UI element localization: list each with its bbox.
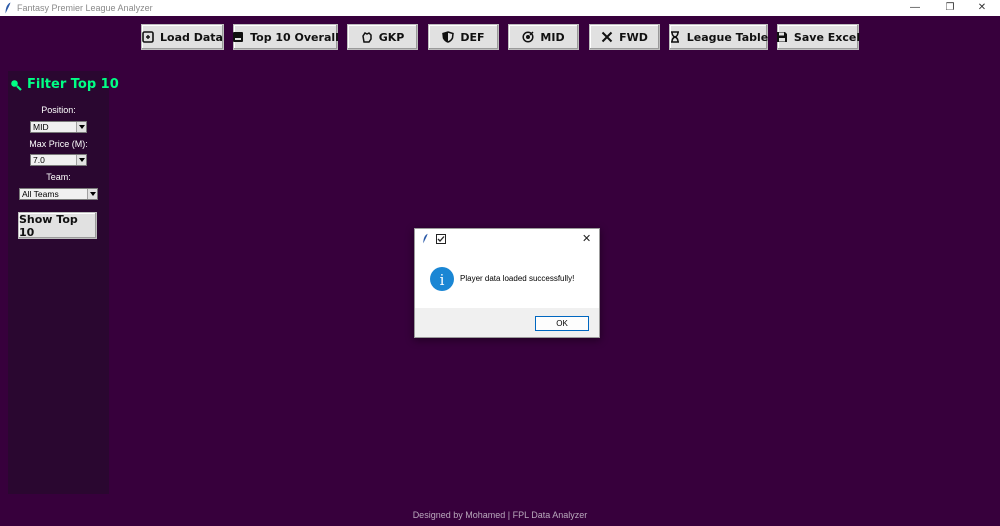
chevron-down-icon[interactable] <box>76 155 86 165</box>
dialog-footer: OK <box>415 308 599 337</box>
checkbox-icon <box>436 234 446 244</box>
position-value: MID <box>33 122 49 132</box>
top10-icon <box>232 31 244 43</box>
top-10-overall-label: Top 10 Overall <box>250 30 339 44</box>
goalkeeper-glove-icon <box>361 31 373 43</box>
max-price-select[interactable]: 7.0 <box>30 154 87 166</box>
hourglass-icon <box>669 31 681 43</box>
feather-app-icon <box>5 2 11 14</box>
floppy-disk-icon <box>776 31 788 43</box>
load-data-label: Load Data <box>160 30 223 44</box>
save-excel-label: Save Excel <box>793 30 861 44</box>
info-glyph: i <box>439 271 445 289</box>
load-data-button[interactable]: Load Data <box>141 24 224 50</box>
show-top-10-button[interactable]: Show Top 10 <box>18 212 97 239</box>
close-button[interactable]: ✕ <box>967 0 997 16</box>
crossed-swords-icon <box>601 31 613 43</box>
target-icon <box>522 31 534 43</box>
minimize-button[interactable]: — <box>900 0 930 16</box>
max-price-value: 7.0 <box>33 155 45 165</box>
position-select[interactable]: MID <box>30 121 87 133</box>
league-table-button[interactable]: League Table <box>669 24 768 50</box>
position-label: Position: <box>41 105 76 115</box>
ok-button[interactable]: OK <box>535 316 589 331</box>
def-button[interactable]: DEF <box>428 24 499 50</box>
fwd-label: FWD <box>619 30 648 44</box>
team-label: Team: <box>46 172 71 182</box>
title-bar: Fantasy Premier League Analyzer — ❐ ✕ <box>0 0 1000 16</box>
mid-label: MID <box>540 30 565 44</box>
top-10-overall-button[interactable]: Top 10 Overall <box>232 24 339 50</box>
dialog-close-button[interactable]: ✕ <box>582 232 591 245</box>
load-icon <box>142 31 154 43</box>
gkp-button[interactable]: GKP <box>347 24 418 50</box>
team-select[interactable]: All Teams <box>19 188 98 200</box>
dialog-title-bar: ✕ <box>415 229 599 249</box>
def-label: DEF <box>460 30 485 44</box>
maximize-button[interactable]: ❐ <box>935 0 965 16</box>
chevron-down-icon[interactable] <box>76 122 86 132</box>
info-dialog: ✕ i Player data loaded successfully! OK <box>414 228 600 338</box>
window-title: Fantasy Premier League Analyzer <box>17 3 153 13</box>
chevron-down-icon[interactable] <box>87 189 97 199</box>
shield-icon <box>442 31 455 43</box>
info-icon: i <box>430 267 454 291</box>
team-value: All Teams <box>22 189 59 199</box>
search-icon <box>11 79 22 91</box>
dialog-message: Player data loaded successfully! <box>460 274 575 283</box>
dialog-body: i Player data loaded successfully! <box>415 249 599 308</box>
filter-sidebar: Filter Top 10 Position: MID Max Price (M… <box>8 71 119 494</box>
feather-app-icon <box>423 233 428 244</box>
main-window: Fantasy Premier League Analyzer — ❐ ✕ Lo… <box>0 0 1000 526</box>
filter-title-text: Filter Top 10 <box>27 77 119 92</box>
save-excel-button[interactable]: Save Excel <box>776 24 861 50</box>
mid-button[interactable]: MID <box>508 24 579 50</box>
max-price-label: Max Price (M): <box>29 139 88 149</box>
gkp-label: GKP <box>378 30 405 44</box>
league-table-label: League Table <box>686 30 769 44</box>
fwd-button[interactable]: FWD <box>589 24 660 50</box>
filter-title: Filter Top 10 <box>10 77 119 92</box>
footer-credit: Designed by Mohamed | FPL Data Analyzer <box>412 510 588 520</box>
